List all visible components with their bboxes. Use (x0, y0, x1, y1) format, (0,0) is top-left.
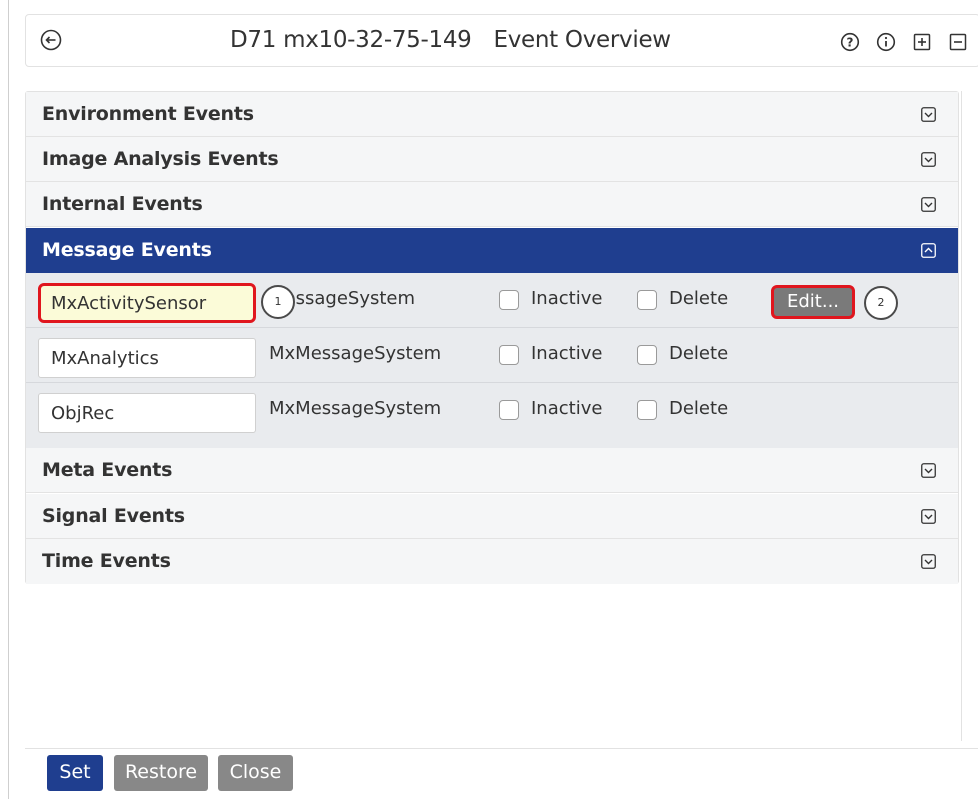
chevron-down-icon[interactable] (921, 107, 936, 122)
inactive-label: Inactive (531, 398, 603, 419)
message-event-row: MxAnalytics MxMessageSystem Inactive Del… (26, 328, 958, 383)
section-internal-events[interactable]: Internal Events (26, 182, 958, 227)
page-title: D71 mx10-32-75-149 Event Overview (230, 27, 671, 53)
section-label: Image Analysis Events (42, 148, 279, 170)
section-environment-events[interactable]: Environment Events (26, 92, 958, 137)
set-button[interactable]: Set (47, 755, 103, 791)
event-panel: Environment Events Image Analysis Events… (25, 91, 959, 584)
info-icon[interactable] (876, 32, 896, 52)
section-label: Internal Events (42, 193, 203, 215)
event-name-input[interactable]: MxAnalytics (38, 338, 256, 378)
collapse-all-icon[interactable] (948, 32, 968, 52)
close-button[interactable]: Close (218, 755, 293, 791)
chevron-up-icon[interactable] (921, 243, 936, 258)
chevron-down-icon[interactable] (921, 509, 936, 524)
section-time-events[interactable]: Time Events (26, 539, 958, 584)
event-name-input[interactable]: ObjRec (38, 393, 256, 433)
message-event-row: MxActivitySensor MessageSystem 1 Inactiv… (26, 273, 958, 328)
scrollbar-track (961, 91, 962, 741)
help-icon[interactable]: ? (840, 32, 860, 52)
footer-divider (25, 748, 978, 749)
section-label: Meta Events (42, 459, 173, 481)
svg-text:?: ? (847, 36, 854, 50)
event-name-input[interactable]: MxActivitySensor (38, 283, 256, 323)
event-system-label: MxMessageSystem (269, 398, 442, 419)
section-label: Time Events (42, 550, 171, 572)
restore-button[interactable]: Restore (114, 755, 208, 791)
section-message-events[interactable]: Message Events (26, 228, 958, 273)
chevron-down-icon[interactable] (921, 463, 936, 478)
expand-all-icon[interactable] (912, 32, 932, 52)
message-event-row: ObjRec MxMessageSystem Inactive Delete (26, 383, 958, 438)
page-header: D71 mx10-32-75-149 Event Overview ? (25, 14, 978, 67)
chevron-down-icon[interactable] (921, 197, 936, 212)
delete-checkbox[interactable] (637, 400, 657, 420)
section-label: Environment Events (42, 103, 254, 125)
section-label: Signal Events (42, 505, 185, 527)
section-signal-events[interactable]: Signal Events (26, 494, 958, 539)
chevron-down-icon[interactable] (921, 554, 936, 569)
delete-label: Delete (669, 343, 729, 364)
back-icon[interactable] (40, 29, 62, 51)
callout-marker: 1 (261, 285, 295, 319)
inactive-label: Inactive (531, 343, 603, 364)
event-system-label: MxMessageSystem (269, 343, 442, 364)
inactive-label: Inactive (531, 288, 603, 309)
inactive-checkbox[interactable] (499, 290, 519, 310)
section-label: Message Events (42, 239, 212, 261)
page-left-border (8, 0, 9, 799)
section-meta-events[interactable]: Meta Events (26, 448, 958, 493)
message-events-list: MxActivitySensor MessageSystem 1 Inactiv… (26, 273, 958, 448)
delete-checkbox[interactable] (637, 345, 657, 365)
delete-label: Delete (669, 288, 729, 309)
section-image-analysis-events[interactable]: Image Analysis Events (26, 137, 958, 182)
delete-checkbox[interactable] (637, 290, 657, 310)
inactive-checkbox[interactable] (499, 400, 519, 420)
inactive-checkbox[interactable] (499, 345, 519, 365)
chevron-down-icon[interactable] (921, 152, 936, 167)
edit-button[interactable]: Edit... (771, 285, 855, 319)
device-name: D71 mx10-32-75-149 (230, 27, 472, 53)
overview-title: Event Overview (493, 27, 672, 53)
delete-label: Delete (669, 398, 729, 419)
callout-marker: 2 (864, 286, 898, 320)
